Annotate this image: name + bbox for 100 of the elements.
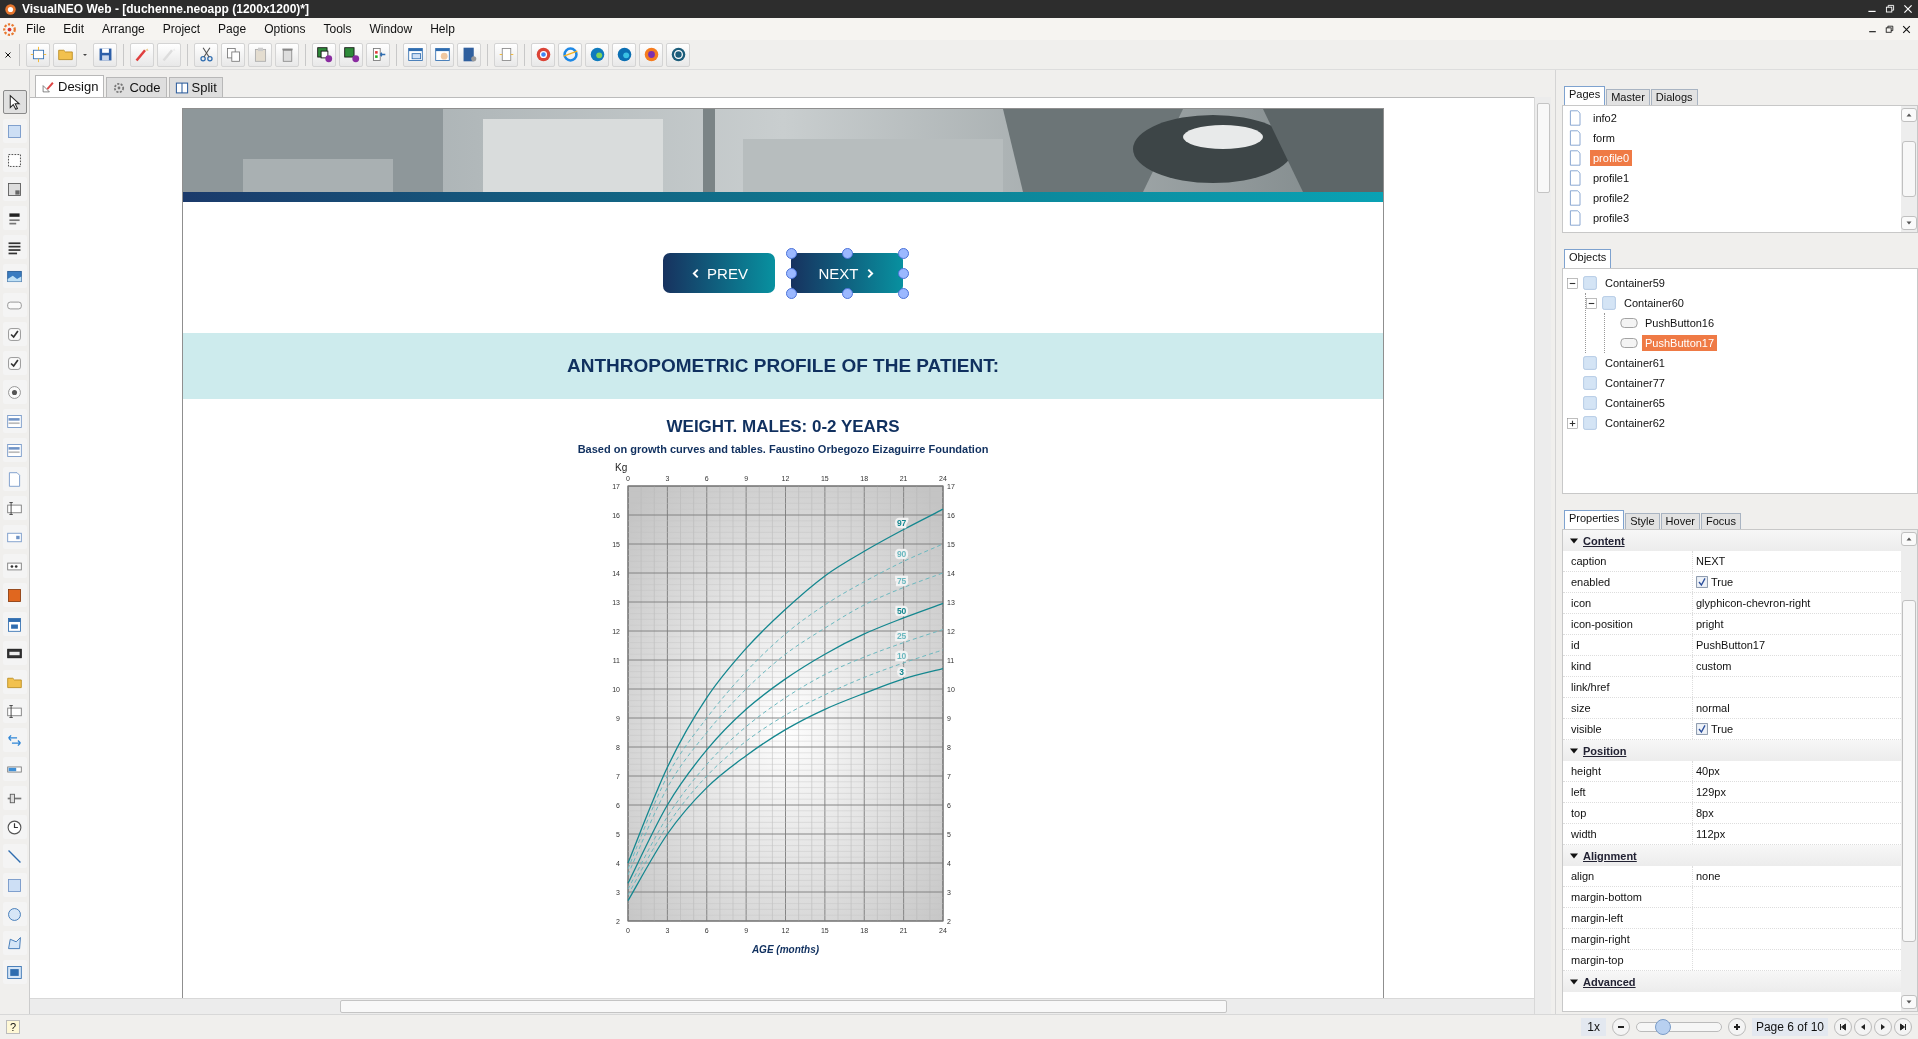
panel-tab[interactable]: Objects	[1564, 249, 1612, 268]
property-value[interactable]: 129px	[1696, 786, 1726, 798]
undo-icon[interactable]	[133, 46, 151, 63]
menu-item[interactable]: File	[17, 20, 55, 38]
frame-icon[interactable]	[6, 180, 23, 198]
panel-tab[interactable]: Pages	[1564, 86, 1606, 105]
selection-handle[interactable]	[898, 248, 909, 259]
gear-icon[interactable]	[2, 21, 17, 37]
tree-item[interactable]: Container62	[1602, 415, 1668, 431]
property-value[interactable]: 112px	[1696, 828, 1726, 840]
window-settings-icon[interactable]	[433, 46, 451, 63]
group-header[interactable]: Position	[1563, 740, 1901, 761]
selection-handle[interactable]	[786, 248, 797, 259]
circle-icon[interactable]	[6, 905, 23, 923]
polygon-icon[interactable]	[6, 934, 23, 952]
group-header[interactable]: Content	[1563, 530, 1901, 551]
menu-item[interactable]: Edit	[54, 20, 94, 38]
scroll-down-button[interactable]	[1901, 216, 1917, 230]
tree-item[interactable]: Container77	[1602, 375, 1668, 391]
page-icon[interactable]	[497, 46, 515, 63]
checkbox-icon[interactable]	[6, 325, 23, 343]
property-value[interactable]: NEXT	[1696, 555, 1726, 567]
scrollbar[interactable]	[1901, 106, 1917, 232]
color-picker-icon[interactable]	[6, 586, 23, 604]
menu-item[interactable]: Page	[209, 20, 256, 38]
menu-item[interactable]: Project	[153, 20, 210, 38]
list-icon[interactable]	[6, 441, 23, 459]
property-value[interactable]: pright	[1696, 618, 1724, 630]
scrollbar-thumb[interactable]	[1902, 141, 1916, 197]
browser-icon[interactable]	[561, 46, 579, 63]
panel-tab[interactable]: Master	[1606, 89, 1650, 105]
panel-tab[interactable]: Style	[1625, 513, 1660, 529]
restore-icon[interactable]	[1884, 23, 1895, 35]
selection-handle[interactable]	[842, 288, 853, 299]
panel-tab[interactable]: Dialogs	[1650, 89, 1698, 105]
property-value[interactable]: none	[1696, 870, 1721, 882]
radio-icon[interactable]	[6, 383, 23, 401]
browser-icon[interactable]	[588, 46, 606, 63]
window-icon[interactable]	[406, 46, 424, 63]
collapse-icon[interactable]	[1567, 277, 1578, 289]
checkbox[interactable]	[1696, 576, 1708, 588]
scrollbar-thumb[interactable]	[1536, 103, 1550, 193]
text-field-icon[interactable]	[6, 499, 23, 517]
menu-item[interactable]: Help	[421, 20, 464, 38]
nav-button[interactable]: PREV	[663, 253, 775, 293]
selection-handle[interactable]	[786, 268, 797, 279]
last-page-icon[interactable]	[1898, 1022, 1908, 1032]
scrollbar[interactable]	[1901, 530, 1917, 1011]
browser-icon[interactable]	[642, 46, 660, 63]
view-tab[interactable]: Design	[35, 75, 105, 97]
tree-item[interactable]: Container65	[1602, 395, 1668, 411]
bring-to-front-icon[interactable]	[315, 46, 333, 63]
copy-icon[interactable]	[224, 46, 242, 63]
checkbox-icon[interactable]	[6, 354, 23, 372]
restore-icon[interactable]	[1884, 3, 1896, 15]
view-tab[interactable]: Code	[106, 77, 167, 97]
browser-icon[interactable]	[615, 46, 633, 63]
page-list-item[interactable]: form	[1590, 130, 1618, 146]
zoom-in-button[interactable]	[1727, 1018, 1746, 1036]
clock-icon[interactable]	[6, 818, 23, 836]
property-value[interactable]: True	[1711, 723, 1734, 735]
browser-icon[interactable]	[669, 46, 687, 63]
selection-handle[interactable]	[842, 248, 853, 259]
tree-item[interactable]: Container60	[1621, 295, 1687, 311]
scroll-up-button[interactable]	[1901, 108, 1917, 122]
collapse-icon[interactable]	[1586, 297, 1597, 309]
property-value[interactable]: custom	[1696, 660, 1732, 672]
property-value[interactable]: normal	[1696, 702, 1730, 714]
browser-icon[interactable]	[534, 46, 552, 63]
close-icon[interactable]	[3, 49, 13, 60]
nav-button[interactable]: NEXT	[791, 253, 903, 293]
send-to-back-icon[interactable]	[342, 46, 360, 63]
group-header[interactable]: Advanced	[1563, 971, 1901, 992]
property-value[interactable]: 8px	[1696, 807, 1714, 819]
property-value[interactable]: True	[1711, 576, 1734, 588]
selection-handle[interactable]	[898, 288, 909, 299]
slider-thumb[interactable]	[1655, 1019, 1672, 1035]
panel-tab[interactable]: Properties	[1564, 510, 1625, 529]
close-icon[interactable]	[1901, 23, 1912, 35]
checkbox[interactable]	[1696, 723, 1708, 735]
cut-icon[interactable]	[197, 46, 215, 63]
menu-item[interactable]: Arrange	[93, 20, 154, 38]
dashed-rectangle-icon[interactable]	[6, 151, 23, 169]
scrollbar[interactable]	[1534, 97, 1551, 1014]
page-list-item[interactable]: profile3	[1590, 210, 1633, 226]
menu-item[interactable]: Options	[255, 20, 315, 38]
tree-item[interactable]: Container61	[1602, 355, 1668, 371]
view-tab[interactable]: Split	[168, 77, 223, 97]
group-header[interactable]: Alignment	[1563, 845, 1901, 866]
expand-icon[interactable]	[1567, 417, 1578, 429]
help-button[interactable]: ?	[6, 1020, 21, 1034]
list-icon[interactable]	[6, 412, 23, 430]
scroll-up-button[interactable]	[1901, 532, 1917, 546]
selection-handle[interactable]	[786, 288, 797, 299]
tree-item[interactable]: Container59	[1602, 275, 1668, 291]
property-value[interactable]: glyphicon-chevron-right	[1696, 597, 1811, 609]
property-value[interactable]: 40px	[1696, 765, 1720, 777]
text-field-icon[interactable]	[6, 702, 23, 720]
page-list-item[interactable]: info2	[1590, 110, 1620, 126]
page-list-item[interactable]: profile2	[1590, 190, 1633, 206]
